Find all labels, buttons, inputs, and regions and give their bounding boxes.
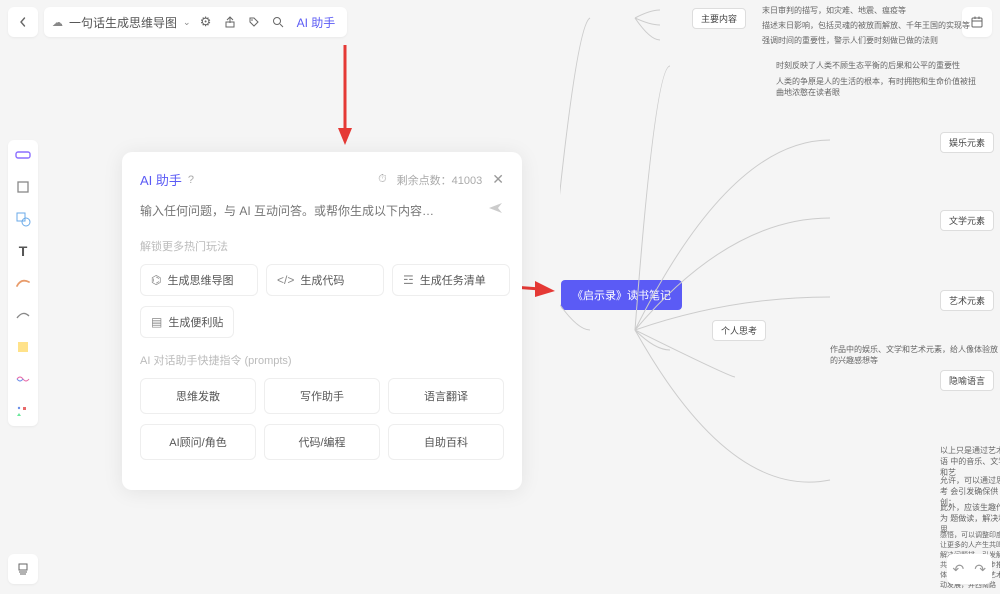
remaining-points: 剩余点数：41003 bbox=[397, 172, 483, 188]
mindmap-tool[interactable] bbox=[14, 370, 32, 388]
clock-icon: ⏱ bbox=[378, 173, 387, 186]
mm-entertainment[interactable]: 娱乐元素 bbox=[940, 132, 994, 153]
select-tool[interactable] bbox=[14, 146, 32, 164]
mm-personal[interactable]: 个人思考 bbox=[712, 320, 766, 341]
mm-metaphor[interactable]: 隐喻语言 bbox=[940, 370, 994, 391]
search-icon[interactable] bbox=[269, 13, 287, 31]
note-icon: ▤ bbox=[151, 315, 162, 329]
mm-leaf[interactable]: 强调时间的重要性，警示人们要时刻做已做的法则 bbox=[762, 35, 938, 46]
pen-tool[interactable] bbox=[14, 274, 32, 292]
mm-art[interactable]: 艺术元素 bbox=[940, 290, 994, 311]
ai-prompt-input[interactable] bbox=[140, 204, 480, 218]
prompt-brainstorm[interactable]: 思维发散 bbox=[140, 378, 256, 414]
connector-tool[interactable] bbox=[14, 306, 32, 324]
annotation-arrow-down bbox=[330, 40, 370, 150]
frame-tool[interactable] bbox=[14, 178, 32, 196]
layers-button[interactable] bbox=[8, 554, 38, 584]
undo-redo-bar: ↶ ↷ bbox=[947, 554, 992, 584]
send-button[interactable] bbox=[488, 201, 504, 220]
mm-leaf[interactable]: 时刻反映了人类不顾生态平衡的后果和公平的重要性 bbox=[776, 60, 960, 71]
mm-literature[interactable]: 文学元素 bbox=[940, 210, 994, 231]
prompt-encyclopedia[interactable]: 自助百科 bbox=[388, 424, 504, 460]
ai-assistant-panel: AI 助手 ? ⏱ 剩余点数：41003 ✕ 解锁更多热门玩法 ⌬生成思维导图 … bbox=[122, 152, 522, 490]
mm-main-content[interactable]: 主要内容 bbox=[692, 8, 746, 29]
export-icon[interactable] bbox=[221, 13, 239, 31]
cloud-icon: ☁ bbox=[52, 16, 63, 29]
prompt-coding[interactable]: 代码/编程 bbox=[264, 424, 380, 460]
document-title-box[interactable]: ☁ 一句话生成思维导图 ⌄ ⚙ AI 助手 bbox=[44, 7, 347, 37]
list-icon: ☲ bbox=[403, 273, 414, 287]
help-icon[interactable]: ? bbox=[188, 174, 194, 186]
chevron-down-icon: ⌄ bbox=[183, 17, 191, 28]
ai-assistant-button[interactable]: AI 助手 bbox=[293, 14, 340, 31]
back-button[interactable] bbox=[8, 7, 38, 37]
ai-panel-title: AI 助手 bbox=[140, 170, 182, 189]
tag-icon[interactable] bbox=[245, 13, 263, 31]
generate-code-button[interactable]: </>生成代码 bbox=[266, 264, 384, 296]
mm-leaf[interactable]: 末日审判的描写，如灾难、地震、瘟疫等 bbox=[762, 5, 906, 16]
top-toolbar: ☁ 一句话生成思维导图 ⌄ ⚙ AI 助手 bbox=[8, 7, 347, 37]
prompt-writing[interactable]: 写作助手 bbox=[264, 378, 380, 414]
more-tool[interactable] bbox=[14, 402, 32, 420]
prompts-section-label: AI 对话助手快捷指令 (prompts) bbox=[140, 352, 504, 368]
left-toolbar: T bbox=[8, 140, 38, 426]
text-tool[interactable]: T bbox=[14, 242, 32, 260]
prompt-advisor[interactable]: AI顾问/角色 bbox=[140, 424, 256, 460]
undo-button[interactable]: ↶ bbox=[953, 561, 965, 578]
shape-tool[interactable] bbox=[14, 210, 32, 228]
mm-leaf[interactable]: 以上只是通过艺术语 中的音乐、文学和艺 bbox=[940, 445, 1000, 478]
generate-section-label: 解锁更多热门玩法 bbox=[140, 238, 504, 254]
mm-leaf[interactable]: 人类的争原是人的生活的根本，有时拥抱和生命价值被扭曲地浓憨在读者眼 bbox=[776, 76, 976, 98]
generate-tasklist-button[interactable]: ☲生成任务清单 bbox=[392, 264, 510, 296]
generate-sticky-button[interactable]: ▤生成便利贴 bbox=[140, 306, 234, 338]
close-button[interactable]: ✕ bbox=[492, 171, 504, 188]
mindmap-canvas[interactable]: 主要内容 末日审判的描写，如灾难、地震、瘟疫等 描述末日影响，包括灵魂的被放而解… bbox=[680, 0, 1000, 594]
sticky-note-tool[interactable] bbox=[14, 338, 32, 356]
document-title: 一句话生成思维导图 bbox=[69, 14, 177, 31]
mm-leaf[interactable]: 描述末日影响，包括灵魂的被放而解放、千年王国的实现等 bbox=[762, 20, 970, 31]
settings-icon[interactable]: ⚙ bbox=[197, 13, 215, 31]
mm-leaf[interactable]: 作品中的娱乐、文学和艺术元素，给人像体验放的兴趣感想等 bbox=[830, 344, 1000, 366]
code-icon: </> bbox=[277, 273, 294, 287]
prompt-translate[interactable]: 语言翻译 bbox=[388, 378, 504, 414]
redo-button[interactable]: ↷ bbox=[974, 561, 986, 578]
generate-mindmap-button[interactable]: ⌬生成思维导图 bbox=[140, 264, 258, 296]
mindmap-icon: ⌬ bbox=[151, 273, 161, 287]
